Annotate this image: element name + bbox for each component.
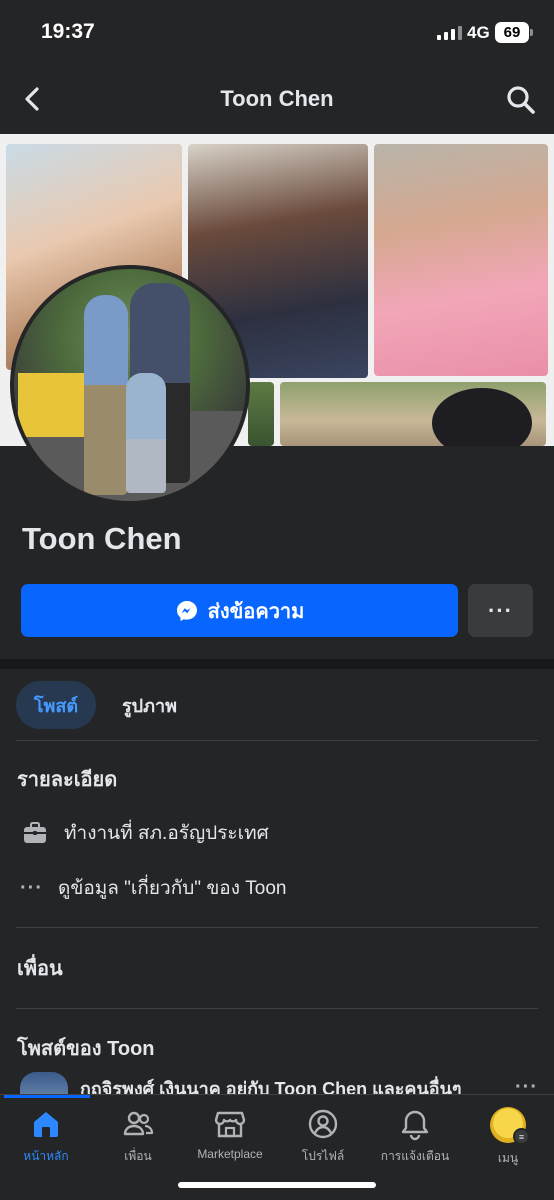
nav-marketplace-label: Marketplace (197, 1147, 263, 1161)
more-dots-icon: ··· (20, 876, 43, 899)
nav-profile-label: โปรไฟล์ (301, 1149, 345, 1163)
page-title: Toon Chen (220, 86, 334, 111)
messenger-icon (176, 600, 197, 621)
friends-title[interactable]: เพื่อน (17, 952, 63, 984)
nav-profile[interactable]: โปรไฟล์ (277, 1107, 369, 1166)
tab-photos[interactable]: รูปภาพ (122, 681, 177, 729)
battery-level: 69 (503, 24, 521, 41)
menu-avatar-icon: ≡ (490, 1107, 530, 1145)
divider (16, 1008, 538, 1009)
send-message-button[interactable]: ส่งข้อความ (21, 584, 458, 637)
details-title: รายละเอียด (17, 769, 118, 791)
nav-menu[interactable]: ≡ เมนู (462, 1107, 554, 1168)
nav-marketplace[interactable]: Marketplace (184, 1107, 276, 1161)
active-tab-indicator (4, 1095, 90, 1098)
divider (16, 740, 538, 741)
friends-icon (123, 1111, 154, 1136)
posts-title: โพสต์ของ Toon (17, 1038, 155, 1060)
briefcase-icon (20, 818, 50, 848)
work-text: ทำงานที่ สภ.อรัญประเทศ (64, 823, 269, 844)
nav-home[interactable]: หน้าหลัก (0, 1107, 92, 1166)
nav-notifications[interactable]: การแจ้งเตือน (369, 1107, 461, 1166)
cover-photo-tile (280, 382, 546, 446)
nav-notifications-label: การแจ้งเตือน (380, 1149, 450, 1163)
see-about-text: ดูข้อมูล "เกี่ยวกับ" ของ Toon (58, 878, 287, 899)
nav-friends[interactable]: เพื่อน (92, 1107, 184, 1166)
section-divider (0, 659, 554, 669)
marketplace-icon (214, 1111, 246, 1138)
nav-menu-label: เมนู (497, 1151, 519, 1165)
profile-name: Toon Chen (22, 521, 182, 556)
battery-icon: 69 (495, 22, 533, 43)
see-about-link[interactable]: ··· ดูข้อมูล "เกี่ยวกับ" ของ Toon (20, 873, 286, 903)
cover-photo-tile (374, 144, 548, 376)
status-bar: 19:37 4G 69 (0, 0, 554, 66)
cover-photo-tile (248, 382, 274, 446)
signal-icon (437, 26, 462, 40)
search-button[interactable] (505, 84, 537, 116)
divider (16, 927, 538, 928)
status-time: 19:37 (41, 20, 95, 43)
network-type: 4G (467, 23, 490, 42)
menu-badge-icon: ≡ (513, 1128, 530, 1145)
send-message-label: ส่งข้อความ (207, 600, 305, 623)
profile-picture-image (14, 269, 246, 501)
search-icon (507, 86, 535, 114)
home-icon (34, 1112, 58, 1137)
home-indicator (178, 1182, 376, 1188)
nav-home-label: หน้าหลัก (23, 1149, 69, 1163)
more-options-button[interactable]: ··· (468, 584, 533, 637)
nav-friends-label: เพื่อน (124, 1149, 152, 1163)
top-nav: Toon Chen (0, 66, 554, 132)
profile-icon (308, 1109, 338, 1139)
work-detail: ทำงานที่ สภ.อรัญประเทศ (20, 818, 269, 848)
bell-icon (401, 1110, 429, 1141)
tab-posts[interactable]: โพสต์ (16, 681, 96, 729)
profile-picture[interactable] (10, 265, 250, 505)
